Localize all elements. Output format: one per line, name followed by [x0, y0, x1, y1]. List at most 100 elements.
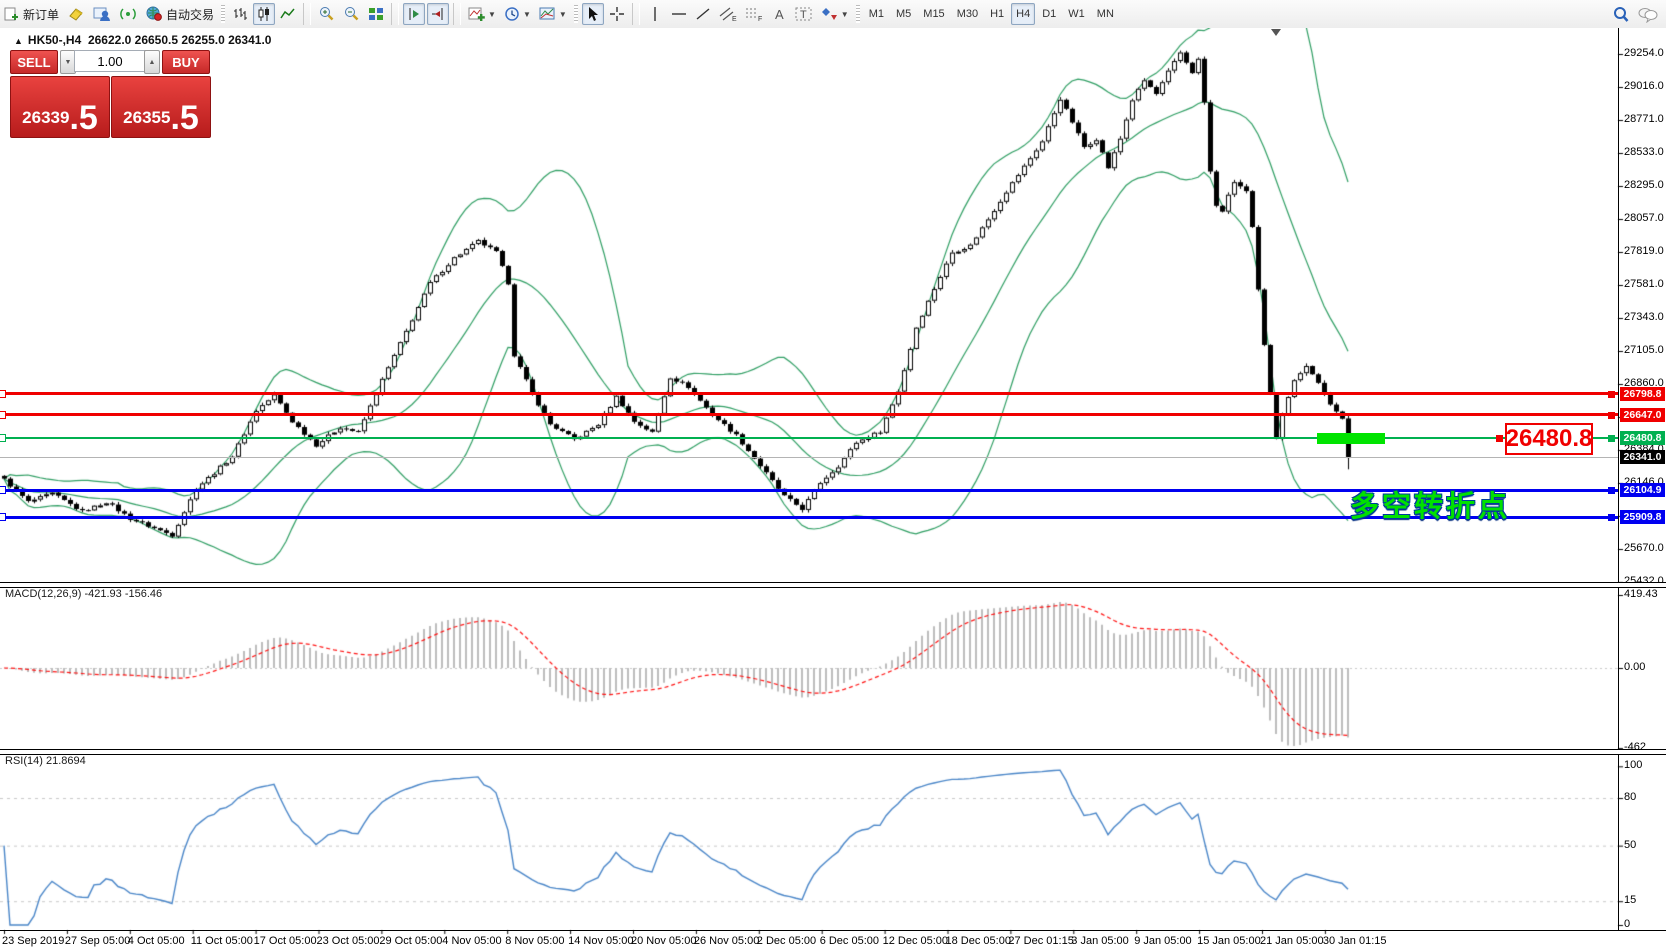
support-line-1-right-anchor[interactable]: [1608, 487, 1615, 494]
indicators-button[interactable]: ▼: [465, 3, 499, 25]
trendline-button[interactable]: [692, 3, 714, 25]
resistance-line-1-left-anchor[interactable]: [0, 390, 6, 398]
chart-shift-icon: [430, 6, 446, 22]
pivot-line-left-anchor[interactable]: [0, 434, 6, 442]
collapse-panel-icon[interactable]: ▲: [14, 36, 23, 46]
periods-button[interactable]: ▼: [501, 3, 534, 25]
support-line-2-right-anchor[interactable]: [1608, 514, 1615, 521]
equidistant-channel-button[interactable]: E: [716, 3, 740, 25]
resistance-line-2-right-anchor[interactable]: [1608, 412, 1615, 419]
horizontal-line-button[interactable]: [668, 3, 690, 25]
timeframe-d1[interactable]: D1: [1037, 3, 1061, 25]
candlestick-chart-button[interactable]: [253, 3, 275, 25]
rsi-label: RSI(14) 21.8694: [5, 755, 86, 767]
time-axis-label: 12 Dec 05:00: [883, 935, 948, 947]
new-order-label: 新订单: [23, 6, 59, 23]
resistance-1-price-tag: 26798.8: [1620, 387, 1665, 401]
toolbar-grip[interactable]: [221, 5, 225, 23]
price-axis-tick: 28295.0: [1624, 179, 1664, 191]
time-axis-label: 18 Dec 05:00: [946, 935, 1011, 947]
arrows-shapes-button[interactable]: ▼: [818, 3, 852, 25]
signal-icon: [119, 6, 137, 22]
toolbar-grip[interactable]: [856, 5, 860, 23]
layouts-button[interactable]: [64, 3, 88, 25]
auto-scroll-icon: [406, 6, 422, 22]
timeframe-h4[interactable]: H4: [1011, 3, 1035, 25]
resistance-line-2-left-anchor[interactable]: [0, 411, 6, 419]
support-line-1-left-anchor[interactable]: [0, 486, 6, 494]
fibonacci-button[interactable]: F: [742, 3, 766, 25]
new-order-icon: [4, 6, 20, 22]
timeframe-w1[interactable]: W1: [1063, 3, 1090, 25]
pivot-tag-anchor[interactable]: [1496, 435, 1503, 442]
buy-price-box[interactable]: 26355.5: [111, 76, 211, 138]
zoom-out-icon: [343, 6, 360, 22]
chat-button[interactable]: [1635, 3, 1661, 25]
sell-price-box[interactable]: 26339.5: [10, 76, 110, 138]
search-icon: [1612, 6, 1630, 23]
chart-shift-button[interactable]: [427, 3, 449, 25]
template-icon: [539, 6, 557, 22]
buy-button[interactable]: BUY: [162, 50, 210, 74]
main-toolbar: 新订单 自动交易: [0, 0, 1666, 29]
pivot-highlight-bar[interactable]: [1317, 433, 1385, 444]
pivot-price-axis-tag: 26480.8: [1620, 431, 1665, 445]
time-axis-label: 27 Dec 01:15: [1008, 935, 1073, 947]
resistance-line-1[interactable]: [0, 392, 1618, 395]
auto-trading-button[interactable]: 自动交易: [142, 3, 217, 25]
sell-button[interactable]: SELL: [10, 50, 58, 74]
chart-title: ▲HK50-,H4 26622.0 26650.5 26255.0 26341.…: [14, 33, 271, 47]
new-order-button[interactable]: 新订单: [1, 3, 62, 25]
buy-price-frac: .5: [170, 101, 198, 137]
volume-increase-button[interactable]: ▲: [144, 50, 160, 74]
timeframe-m1[interactable]: M1: [864, 3, 889, 25]
time-axis-label: 4 Nov 05:00: [442, 935, 501, 947]
pivot-price-tag[interactable]: 26480.8: [1505, 423, 1593, 455]
turning-point-annotation[interactable]: 多空转折点: [1350, 483, 1510, 525]
price-axis-border: [1618, 28, 1619, 930]
time-axis-label: 29 Oct 05:00: [379, 935, 442, 947]
pivot-line-right-anchor[interactable]: [1608, 435, 1615, 442]
resistance-line-2[interactable]: [0, 413, 1618, 416]
timeframe-m5[interactable]: M5: [891, 3, 916, 25]
macd-pane-splitter[interactable]: [0, 582, 1666, 588]
indicators-icon: [468, 6, 486, 22]
text-button[interactable]: A: [768, 3, 790, 25]
price-axis-tick: 28533.0: [1624, 146, 1664, 158]
zoom-out-button[interactable]: [340, 3, 363, 25]
crosshair-button[interactable]: [606, 3, 628, 25]
chart-shift-marker-icon[interactable]: [1271, 29, 1281, 36]
auto-scroll-button[interactable]: [403, 3, 425, 25]
svg-text:E: E: [732, 16, 737, 22]
chevron-down-icon: ▼: [488, 10, 496, 19]
timeframe-h1[interactable]: H1: [985, 3, 1009, 25]
templates-button[interactable]: ▼: [536, 3, 570, 25]
toolbar-grip[interactable]: [574, 5, 578, 23]
time-axis-label: 27 Sep 05:00: [65, 935, 130, 947]
resistance-line-1-right-anchor[interactable]: [1608, 391, 1615, 398]
cursor-button[interactable]: [582, 3, 604, 25]
tile-windows-button[interactable]: [365, 3, 387, 25]
support-line-2-left-anchor[interactable]: [0, 513, 6, 521]
line-chart-button[interactable]: [277, 3, 299, 25]
bar-chart-button[interactable]: [229, 3, 251, 25]
market-watch-button[interactable]: [90, 3, 114, 25]
rsi-axis-tick: 0: [1624, 918, 1664, 930]
macd-axis-tick: 0.00: [1624, 661, 1664, 673]
vertical-line-icon: [649, 6, 661, 22]
text-label-button[interactable]: T: [792, 3, 816, 25]
timeframe-m15[interactable]: M15: [918, 3, 949, 25]
crosshair-icon: [609, 6, 625, 22]
eraser-icon: [67, 6, 85, 22]
caret-down-icon: ▼: [65, 59, 72, 66]
signals-button[interactable]: [116, 3, 140, 25]
rsi-pane-splitter[interactable]: [0, 749, 1666, 755]
time-axis-label: 17 Oct 05:00: [254, 935, 317, 947]
timeframe-m30[interactable]: M30: [952, 3, 983, 25]
vertical-line-button[interactable]: [644, 3, 666, 25]
zoom-in-button[interactable]: [315, 3, 338, 25]
search-button[interactable]: [1609, 3, 1633, 25]
volume-input[interactable]: 1.00: [74, 50, 146, 72]
time-axis-label: 3 Jan 05:00: [1071, 935, 1129, 947]
timeframe-mn[interactable]: MN: [1092, 3, 1119, 25]
